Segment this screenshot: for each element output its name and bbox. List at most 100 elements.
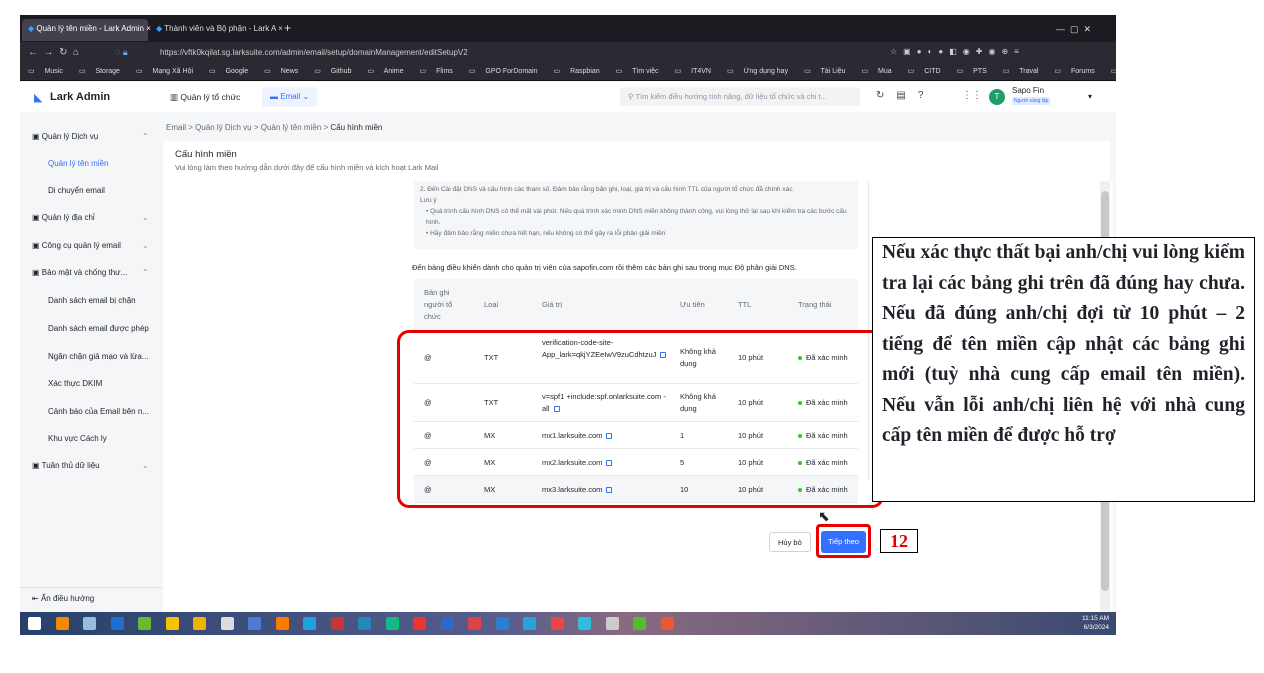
taskbar-app-icon[interactable] — [193, 617, 206, 630]
sidebar-item[interactable]: Ngăn chặn giả mạo và lừa... — [48, 352, 149, 361]
taskbar-app-icon[interactable] — [385, 617, 399, 630]
taskbar-app-icon[interactable] — [220, 617, 234, 630]
bookmark-item[interactable]: ▭ Google — [209, 68, 256, 75]
taskbar-app-icon[interactable] — [248, 617, 261, 630]
taskbar-app-icon[interactable] — [578, 617, 591, 630]
bookmark-item[interactable]: ▭ Music — [28, 68, 71, 75]
user-role-badge: Người sáng lập — [1012, 97, 1051, 105]
bookmark-item[interactable]: ▭ Kích thước MTU là gì? ... — [1111, 68, 1116, 75]
app-logo[interactable]: Lark Admin — [50, 91, 110, 103]
chevron-icon[interactable]: ⌃ — [142, 132, 149, 141]
taskbar-app-icon[interactable] — [303, 617, 316, 630]
menu-icon: ▣ — [32, 241, 42, 250]
bookmark-item[interactable]: ▭ IT4VN — [675, 68, 719, 75]
tab-members[interactable]: ◆ Thành viên và Bộ phận - Lark A × — [150, 19, 283, 41]
taskbar-app-icon[interactable] — [523, 617, 536, 630]
url-input[interactable]: https://vftk0kqilat.sg.larksuite.com/adm… — [160, 48, 468, 57]
folder-icon: ▭ — [1054, 68, 1062, 75]
taskbar-app-icon[interactable] — [330, 617, 344, 630]
taskbar-app-icon[interactable] — [605, 617, 619, 630]
chevron-icon[interactable]: ⌄ — [142, 241, 149, 250]
chevron-icon[interactable]: ⌄ — [142, 461, 149, 470]
sidebar-item[interactable]: ▣ Tuân thủ dữ liệu — [32, 461, 100, 470]
table-header: Bản ghi người tổ chức Loại Giá trị Ưu tiên T… — [414, 279, 858, 331]
bookmark-item[interactable]: ▭ Mua — [861, 68, 899, 75]
bookmark-item[interactable]: ▭ Raspbian — [554, 68, 608, 75]
bookmark-item[interactable]: ▭ Forums — [1054, 68, 1102, 75]
taskbar-app-icon[interactable] — [468, 617, 481, 630]
folder-icon: ▭ — [28, 68, 35, 75]
toolbar-icons[interactable]: ☆▣●◐●◧◉✚◉⊕≡ — [890, 47, 1025, 56]
bookmark-item[interactable]: ▭ News — [264, 68, 306, 75]
app-header: ◣ Lark Admin ▥ Quản lý tổ chức ▬ Email ⌄… — [20, 82, 1116, 112]
search-input[interactable]: ⚲ Tìm kiếm điều hướng tính năng, dữ liệu… — [620, 87, 860, 106]
bookmark-item[interactable]: ▭ Flims — [420, 68, 461, 75]
bookmark-item[interactable]: ▭ Tài Liệu — [804, 68, 853, 75]
taskbar-app-icon[interactable] — [358, 617, 371, 630]
column-header: Giá trị — [542, 300, 563, 309]
bookmark-item[interactable]: ▭ Tìm việc — [616, 68, 667, 75]
taskbar: 11:15 AM 6/3/2024 — [20, 612, 1116, 635]
bookmark-item[interactable]: ▭ PTS — [957, 68, 995, 75]
sidebar-item[interactable]: Danh sách email được phép — [48, 324, 149, 333]
collapse-nav-button[interactable]: ⇤ Ẩn điều hướng — [20, 587, 163, 612]
nav-email[interactable]: ▬ Email ⌄ — [262, 87, 318, 107]
sidebar-item[interactable]: Di chuyển email — [48, 186, 105, 195]
taskbar-app-icon[interactable] — [110, 617, 124, 630]
bookmark-item[interactable]: ▭ Storage — [79, 68, 128, 75]
nav-buttons-icon[interactable]: ← → ↻ ⌂ — [28, 47, 79, 58]
bookmark-item[interactable]: ▭ Mạng Xã Hội — [136, 68, 201, 75]
apps-grid-icon[interactable]: ⋮⋮ — [962, 90, 982, 101]
bookmark-label: PTS — [973, 68, 987, 75]
user-menu-chevron-icon[interactable]: ▾ — [1088, 92, 1092, 101]
chevron-icon[interactable]: ⌃ — [142, 268, 149, 277]
sidebar-item[interactable]: ▣ Công cụ quản lý email — [32, 241, 121, 250]
taskbar-app-icon[interactable] — [28, 617, 41, 630]
sidebar-item-label: Bảo mật và chống thư... — [41, 268, 128, 277]
header-icons[interactable]: ↻▤? — [876, 90, 935, 101]
breadcrumb-item[interactable]: Email — [166, 123, 186, 132]
taskbar-app-icon[interactable] — [660, 617, 674, 630]
taskbar-app-icon[interactable] — [440, 617, 454, 630]
bookmark-label: Music — [44, 68, 63, 75]
avatar[interactable]: T — [989, 89, 1005, 105]
folder-icon: ▭ — [264, 68, 271, 75]
taskbar-app-icon[interactable] — [495, 617, 509, 630]
bookmark-item[interactable]: ▭ Traval — [1003, 68, 1047, 75]
page-header: Cấu hình miền Vui lòng làm theo hướng dẫ… — [163, 141, 1110, 181]
bookmark-item[interactable]: ▭ Anime — [367, 68, 411, 75]
taskbar-app-icon[interactable] — [138, 617, 151, 630]
sidebar-item[interactable]: ▣ Bảo mật và chống thư... — [32, 268, 127, 277]
bookmark-label: Storage — [95, 68, 120, 75]
sidebar-item[interactable]: Khu vực Cách ly — [48, 434, 107, 443]
folder-icon: ▭ — [615, 68, 623, 75]
bookmark-item[interactable]: ▭ CITD — [908, 68, 949, 75]
sidebar-item[interactable]: Cảnh báo của Email bên n... — [48, 407, 149, 416]
taskbar-app-icon[interactable] — [165, 617, 179, 630]
sidebar-item[interactable]: Danh sách email bị chặn — [48, 296, 136, 305]
sidebar-item[interactable]: Xác thực DKIM — [48, 379, 102, 388]
breadcrumb-item[interactable]: Quản lý Dịch vụ — [195, 123, 251, 132]
sidebar-item-label: Khu vực Cách ly — [48, 434, 107, 443]
bookmark-item[interactable]: ▭ GPO ForDomain — [469, 68, 546, 75]
chevron-icon[interactable]: ⌄ — [142, 213, 149, 222]
breadcrumb-item[interactable]: Quản lý tên miền — [261, 123, 321, 132]
sidebar-item[interactable]: ▣ Quản lý địa chỉ — [32, 213, 95, 222]
folder-icon: ▭ — [78, 68, 86, 75]
cancel-button[interactable]: Hủy bỏ — [769, 532, 811, 552]
bookmark-item[interactable]: ▭ Ứng dụng hay — [727, 68, 796, 75]
window-controls[interactable]: — ▢ ✕ — [1050, 19, 1097, 41]
sidebar-item[interactable]: Quản lý tên miền — [48, 159, 108, 168]
taskbar-app-icon[interactable] — [275, 617, 289, 630]
sidebar-item[interactable]: ▣ Quản lý Dịch vụ — [32, 132, 98, 141]
taskbar-app-icon[interactable] — [55, 617, 69, 630]
bookmark-item[interactable]: ▭ Github — [314, 68, 359, 75]
next-button[interactable]: Tiếp theo — [821, 531, 866, 553]
taskbar-app-icon[interactable] — [550, 617, 564, 630]
tab-domain-management[interactable]: ◆ Quản lý tên miền - Lark Admin × — [22, 19, 151, 41]
new-tab-button[interactable]: + — [278, 19, 297, 41]
taskbar-app-icon[interactable] — [633, 617, 646, 630]
taskbar-app-icon[interactable] — [83, 617, 96, 630]
nav-org[interactable]: ▥ Quản lý tổ chức — [170, 92, 240, 103]
taskbar-app-icon[interactable] — [413, 617, 426, 630]
